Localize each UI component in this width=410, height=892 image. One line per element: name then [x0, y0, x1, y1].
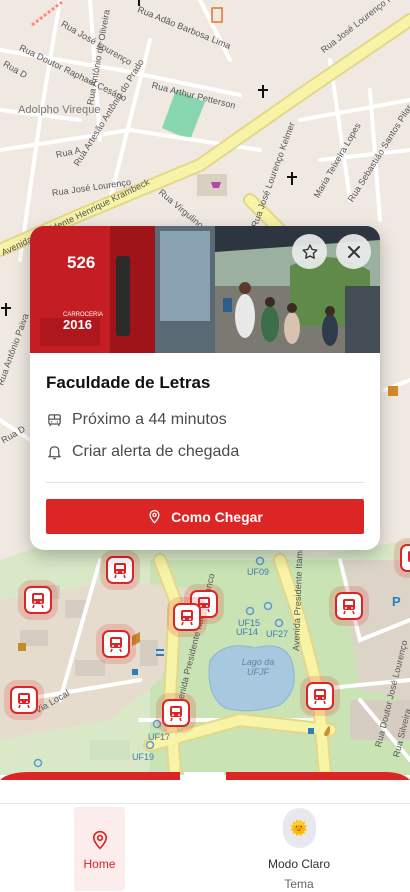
- bus-icon: [343, 599, 355, 615]
- stop-title: Faculdade de Letras: [46, 373, 211, 392]
- bus-stop-marker[interactable]: [106, 556, 134, 584]
- bus-stop-marker[interactable]: [173, 603, 201, 631]
- bottom-sheet-handle[interactable]: [0, 772, 410, 780]
- bus-stop-marker[interactable]: [24, 586, 52, 614]
- bus-icon: [170, 706, 182, 722]
- bus-icon: [181, 610, 193, 626]
- campus-label: UF09: [247, 567, 270, 577]
- lake-label: Lago da UFJF: [241, 657, 275, 677]
- stop-detail-card: 526 CARROCERIA 2016 Faculdade de Letras …: [30, 226, 380, 550]
- create-alert-text: Criar alerta de chegada: [72, 443, 240, 460]
- campus-label: UF17: [148, 732, 171, 742]
- bus-icon: [48, 413, 61, 426]
- create-alert-row[interactable]: Criar alerta de chegada: [46, 443, 239, 461]
- close-icon: [347, 245, 360, 258]
- campus-label: UF27: [266, 629, 289, 639]
- bus-year: 2016: [63, 317, 92, 332]
- bus-icon: [18, 693, 30, 709]
- nav-home[interactable]: Home: [74, 807, 125, 891]
- sun-icon: 🌞: [289, 820, 309, 837]
- campus-label: UF19: [132, 752, 155, 762]
- bus-stop-marker[interactable]: [306, 682, 334, 710]
- directions-label: Como Chegar: [171, 508, 263, 525]
- campus-label: UF14: [236, 627, 259, 637]
- bus-stop-marker[interactable]: [335, 592, 363, 620]
- nav-home-label: Home: [83, 857, 116, 871]
- arrival-text: Próximo a 44 minutos: [72, 411, 227, 428]
- directions-button[interactable]: Como Chegar: [46, 499, 364, 534]
- bottom-nav: Home 🌞 Modo Claro Tema: [0, 803, 410, 892]
- star-icon: [302, 243, 317, 259]
- svg-text:P: P: [392, 594, 401, 609]
- theme-label: Modo Claro: [267, 857, 331, 871]
- favorite-button[interactable]: [292, 234, 327, 269]
- stop-photo: 526 CARROCERIA 2016: [30, 226, 380, 353]
- nav-theme-toggle[interactable]: 🌞 Modo Claro Tema: [258, 808, 340, 891]
- theme-sublabel: Tema: [284, 877, 314, 891]
- bus-icon: [408, 551, 410, 562]
- bus-stop-marker[interactable]: [400, 544, 410, 572]
- map-pin-icon: [92, 830, 107, 850]
- bell-icon: [48, 445, 61, 460]
- street-label: Adolpho Vireque: [18, 104, 101, 116]
- theme-toggle-button[interactable]: 🌞: [282, 808, 316, 848]
- bus-icon: [114, 563, 126, 579]
- close-button[interactable]: [336, 234, 371, 269]
- bus-stop-marker[interactable]: [102, 630, 130, 658]
- divider: [46, 482, 364, 483]
- bus-icon: [110, 637, 122, 653]
- bus-icon: [32, 593, 44, 609]
- bus-number: 526: [67, 253, 95, 272]
- bus-stop-marker[interactable]: [10, 686, 38, 714]
- arrival-row: Próximo a 44 minutos: [46, 411, 227, 429]
- bus-stop-marker[interactable]: [162, 699, 190, 727]
- map-pin-icon: [149, 509, 160, 524]
- bus-icon: [314, 689, 326, 705]
